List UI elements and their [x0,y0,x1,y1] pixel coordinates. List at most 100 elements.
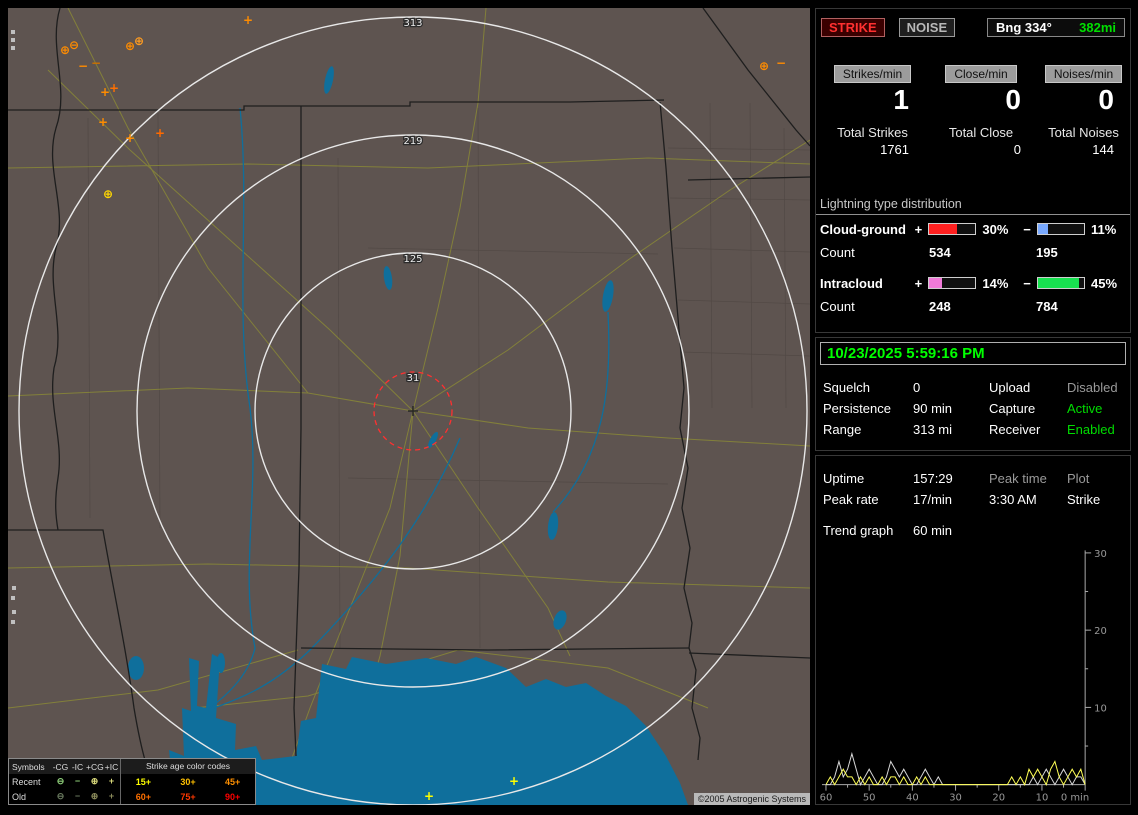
noise-indicator-button[interactable]: NOISE [899,18,955,37]
peak-rate-label: Peak rate [823,489,913,510]
range-value: 313 mi [913,419,989,440]
total-value-row: 1761 0 144 [816,142,1130,157]
capture-label: Capture [989,398,1067,419]
peak-rate-value: 17/min [913,489,989,510]
trend-graph: 1020306050403020100 min [816,545,1130,815]
lightning-map[interactable]: 31321912531 ⊕⊖−−⊕⊕+++++⊕+⊕−++ Symbols -C… [8,8,810,805]
trend-graph-value: 60 min [913,520,989,541]
receiver-value: Enabled [1067,419,1130,440]
session-row-1: Uptime 157:29 Peak time Plot [816,468,1130,489]
ic-plus-count: 248 [920,299,1027,315]
svg-text:10: 10 [1094,703,1107,714]
map-canvas[interactable]: 31321912531 ⊕⊖−−⊕⊕+++++⊕+⊕−++ [8,8,810,805]
svg-text:125: 125 [403,254,422,265]
plot-header: Plot [1067,468,1130,489]
session-row-3: Trend graph 60 min [816,520,1130,541]
legend-col-pos-ic: +IC [103,762,120,772]
legend-symbols-title: Symbols [9,762,52,772]
plus-sign: + [913,222,924,237]
squelch-label: Squelch [823,377,913,398]
legend-header-row: Symbols -CG -IC +CG +IC Strike age color… [9,759,255,774]
svg-text:30: 30 [1094,549,1107,560]
squelch-value: 0 [913,377,989,398]
close-per-min-header[interactable]: Close/min [945,65,1016,83]
status-row-squelch: Squelch 0 Upload Disabled [816,377,1130,398]
count-label: Count [820,299,920,315]
svg-text:60: 60 [820,793,833,804]
legend-recent-symbols: ⊖−⊕+ [52,776,120,787]
legend-old-row: Old ⊖−⊕+ 60+75+90+ [9,789,255,804]
plus-sign: + [913,276,924,291]
svg-text:−: − [78,59,88,73]
ic-minus-count: 784 [1027,299,1058,315]
legend-age-title: Strike age color codes [120,759,255,774]
svg-text:+: + [98,115,108,129]
datetime-display: 10/23/2025 5:59:16 PM [820,342,1126,365]
svg-text:219: 219 [403,136,422,147]
indicator-row: STRIKE NOISE Bng 334° 382mi [821,17,1125,37]
intracloud-label: Intracloud [820,276,913,291]
close-per-min-value: 0 [925,85,1037,115]
cg-plus-percent: 30% [980,222,1021,237]
minus-sign: − [1021,222,1032,237]
cloud-ground-label: Cloud-ground [820,222,913,237]
peak-time-value: 3:30 AM [989,489,1067,510]
total-strikes-value: 1761 [820,142,925,157]
legend-old-ages: 60+75+90+ [120,789,255,804]
svg-text:−: − [91,56,101,70]
receiver-label: Receiver [989,419,1067,440]
peak-time-header: Peak time [989,468,1067,489]
svg-text:+: + [109,81,119,95]
svg-text:+: + [155,126,165,140]
session-panel: Uptime 157:29 Peak time Plot Peak rate 1… [815,455,1131,805]
svg-text:20: 20 [992,793,1005,804]
total-noises-value: 144 [1037,142,1130,157]
copyright-text: ©2005 Astrogenic Systems [694,793,810,805]
distribution-title: Lightning type distribution [816,197,1130,215]
total-close-label: Total Close [925,125,1037,140]
session-row-2: Peak rate 17/min 3:30 AM Strike [816,489,1130,510]
cg-plus-count: 534 [920,245,1027,261]
ic-minus-gauge [1037,277,1085,289]
total-close-value: 0 [925,142,1037,157]
svg-text:+: + [509,774,519,788]
trend-chart-canvas: 1020306050403020100 min [816,545,1130,810]
bearing-box: Bng 334° 382mi [987,18,1125,37]
svg-text:+: + [243,13,253,27]
status-panel: 10/23/2025 5:59:16 PM Squelch 0 Upload D… [815,337,1131,451]
svg-text:50: 50 [863,793,876,804]
cg-minus-count: 195 [1027,245,1058,261]
intracloud-row: Intracloud + 14% − 45% [820,275,1130,291]
ic-plus-gauge [928,277,976,289]
svg-text:⊖: ⊖ [69,38,79,52]
map-legend: Symbols -CG -IC +CG +IC Strike age color… [8,758,256,805]
plot-value: Strike [1067,489,1130,510]
svg-text:⊕: ⊕ [134,34,144,48]
rate-value-row: 1 0 0 [816,85,1130,115]
legend-recent-row: Recent ⊖−⊕+ 15+30+45+ [9,774,255,789]
noises-per-min-header[interactable]: Noises/min [1045,65,1122,83]
range-label: Range [823,419,913,440]
legend-recent-label: Recent [9,777,52,787]
rate-header-row: Strikes/min Close/min Noises/min [816,65,1130,83]
svg-text:+: + [125,131,135,145]
minus-sign: − [1021,276,1032,291]
legend-old-symbols: ⊖−⊕+ [52,791,120,802]
status-row-range: Range 313 mi Receiver Enabled [816,419,1130,440]
count-label: Count [820,245,920,261]
bearing-distance: 382mi [1079,20,1116,35]
cloud-ground-count-row: Count 534 195 [820,245,1130,261]
legend-old-label: Old [9,792,52,802]
noises-per-min-value: 0 [1037,85,1130,115]
legend-col-pos-cg: +CG [86,762,103,772]
strikes-per-min-header[interactable]: Strikes/min [834,65,911,83]
legend-recent-ages: 15+30+45+ [120,774,255,789]
upload-label: Upload [989,377,1067,398]
total-noises-label: Total Noises [1037,125,1130,140]
stats-panel: STRIKE NOISE Bng 334° 382mi Strikes/min … [815,8,1131,333]
svg-text:−: − [776,56,786,70]
intracloud-count-row: Count 248 784 [820,299,1130,315]
strike-indicator-button[interactable]: STRIKE [821,18,885,37]
svg-text:20: 20 [1094,626,1107,637]
svg-text:31: 31 [407,373,420,384]
